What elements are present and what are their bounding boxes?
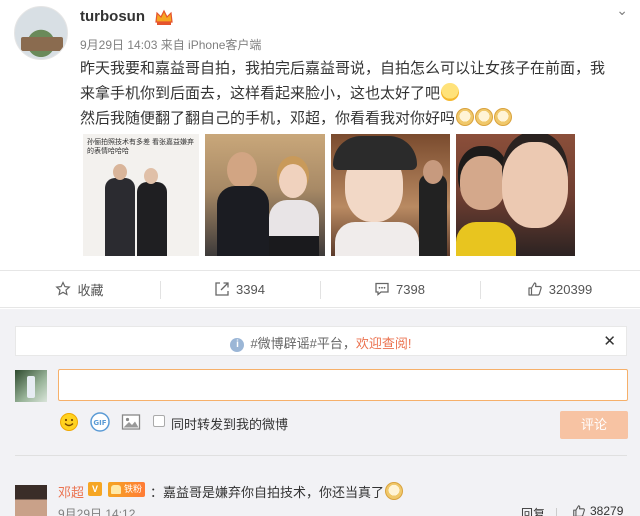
post-text-line-1: 昨天我要和嘉益哥自拍，我拍完后嘉益哥说，自拍怎么可以让女孩子在前面，我 (80, 60, 606, 77)
photo-figure (137, 182, 167, 256)
like-count: 320399 (548, 281, 593, 297)
favorite-button[interactable]: 收藏 (0, 271, 159, 307)
doge-emoji-icon (494, 108, 513, 126)
post-meta: 9月29日 14:03 来自 iPhone客户端 (80, 38, 262, 52)
author-username[interactable]: turbosun (80, 8, 145, 25)
doge-emoji-icon (475, 108, 494, 126)
photo-figure-face (460, 156, 506, 210)
post-photo-1[interactable]: 孙俪拍照技术有多差 看张嘉益嫌弃的表情哈哈哈 (83, 134, 199, 256)
comment-text-wrap: ：嘉益哥是嫌弃你自拍技术，你还当真了 (150, 482, 404, 501)
like-button[interactable]: 320399 (480, 271, 639, 307)
notice-content: i #微博辟谣#平台，欢迎查阅! (16, 333, 626, 352)
post-text-line-2-content: 来拿手机你到后面去，这样看起来脸小，这也太好了吧 (80, 85, 441, 102)
commenter-name[interactable]: 邓超 (58, 482, 84, 501)
post-text-line-3: 然后我随便翻了翻自己的手机，邓超，你看看我对你好吗 (80, 106, 625, 131)
photo-figure-head (144, 168, 158, 184)
post-photo-4[interactable] (456, 134, 575, 256)
notice-link[interactable]: 欢迎查阅! (356, 336, 412, 351)
comment-icon (375, 282, 389, 296)
divider (556, 508, 557, 516)
vip-crown-icon (155, 9, 173, 25)
doge-emoji-icon (385, 482, 404, 500)
post-text: 昨天我要和嘉益哥自拍，我拍完后嘉益哥说，自拍怎么可以让女孩子在前面，我 来拿手机… (80, 56, 625, 131)
commenter-avatar[interactable] (15, 485, 47, 516)
thumbs-up-icon (573, 505, 585, 516)
image-icon[interactable] (121, 412, 141, 432)
laugh-cry-emoji-icon (441, 83, 460, 101)
info-icon: i (230, 338, 245, 352)
photo-shirt (335, 222, 419, 256)
weibo-post: turbosun ⌄ 9月29日 14:03 来自 iPhone客户端 昨天我要… (0, 0, 640, 270)
photo-figure-head (423, 160, 443, 184)
repost-checkbox-label[interactable]: 同时转发到我的微博 (171, 414, 288, 433)
comment-like-button[interactable]: 38279 (572, 504, 623, 516)
post-text-line-2: 来拿手机你到后面去，这样看起来脸小，这也太好了吧 (80, 81, 625, 106)
photo-figure (217, 152, 269, 256)
star-icon (55, 281, 72, 296)
favorite-label: 收藏 (77, 282, 104, 298)
comment-text: ：嘉益哥是嫌弃你自拍技术，你还当真了 (150, 485, 385, 500)
close-icon[interactable]: ✕ (603, 332, 616, 350)
comment-input[interactable] (58, 369, 628, 401)
repost-count: 3394 (236, 281, 265, 297)
repost-checkbox[interactable] (153, 415, 165, 427)
post-text-line-3-content: 然后我随便翻了翻自己的手机，邓超，你看看我对你好吗 (80, 110, 456, 127)
photo-caption: 孙俪拍照技术有多差 看张嘉益嫌弃的表情哈哈哈 (87, 139, 194, 155)
divider (15, 455, 627, 456)
comment-like-count: 38279 (590, 504, 624, 516)
submit-comment-button[interactable]: 评论 (560, 411, 628, 439)
photo-figure (419, 174, 447, 256)
verified-v-icon: V (88, 482, 102, 496)
emoji-icon[interactable] (59, 412, 79, 432)
svg-text:GIF: GIF (93, 419, 106, 427)
current-user-avatar[interactable] (15, 370, 47, 402)
comment-count: 7398 (396, 281, 425, 297)
thumbs-up-icon (528, 282, 542, 296)
comment-button[interactable]: 7398 (320, 271, 479, 307)
post-photo-3[interactable] (331, 134, 450, 256)
post-action-bar: 收藏 3394 7398 320399 (0, 270, 640, 308)
post-photo-2[interactable] (205, 134, 325, 256)
comment-time: 9月29日 14:12 (58, 507, 136, 516)
post-menu-chevron-icon[interactable]: ⌄ (616, 2, 628, 19)
comment-section: i #微博辟谣#平台，欢迎查阅! ✕ GIF 同时转发到我的微博 评论 邓超 V … (0, 309, 640, 516)
doge-emoji-icon (456, 108, 475, 126)
author-avatar[interactable] (14, 6, 68, 60)
photo-shirt (456, 222, 516, 256)
repost-icon (215, 282, 229, 296)
gif-icon[interactable]: GIF (90, 412, 110, 432)
photo-figure (105, 178, 135, 256)
reply-button[interactable]: 回复 (521, 505, 545, 516)
photo-figure-face (502, 142, 568, 228)
rumor-notice-banner: i #微博辟谣#平台，欢迎查阅! ✕ (15, 326, 627, 356)
photo-hat (333, 136, 417, 170)
repost-button[interactable]: 3394 (160, 271, 319, 307)
photo-figure (265, 164, 321, 256)
fan-badge: 铁粉 (108, 482, 146, 497)
photo-figure-head (113, 164, 127, 180)
notice-text: #微博辟谣#平台， (250, 336, 356, 351)
